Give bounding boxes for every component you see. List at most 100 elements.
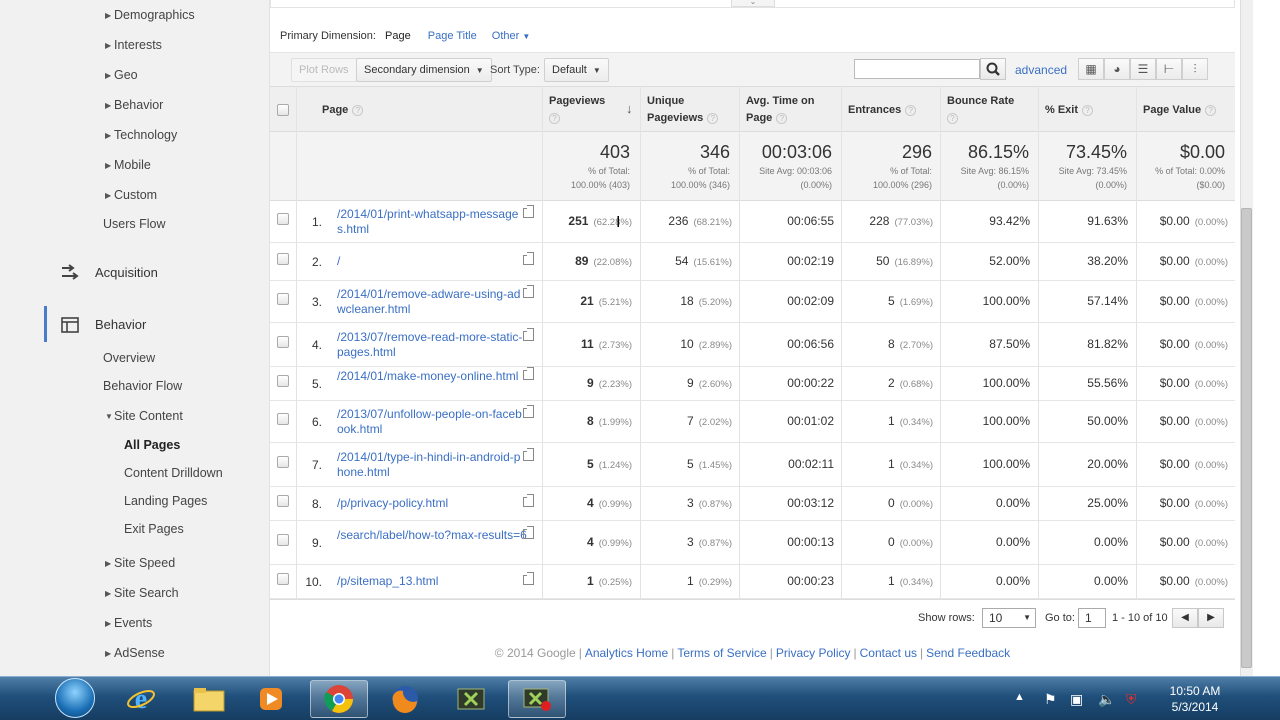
header-unique-pageviews[interactable]: Unique Pageviews? <box>647 87 719 133</box>
row-checkbox[interactable] <box>277 495 289 507</box>
select-all-checkbox[interactable] <box>277 104 289 116</box>
header-entrances[interactable]: Entrances? <box>848 87 917 133</box>
nav-exit-pages[interactable]: Exit Pages <box>124 522 184 536</box>
firefox-icon[interactable] <box>376 680 434 718</box>
help-icon[interactable]: ? <box>905 104 917 116</box>
nav-geo[interactable]: ▶ Geo <box>105 68 138 82</box>
secondary-dimension-dropdown[interactable]: Secondary dimension ▼ <box>356 58 492 82</box>
advanced-filter-link[interactable]: advanced <box>1015 63 1067 77</box>
go-to-input[interactable]: 1 <box>1078 608 1106 628</box>
help-icon[interactable]: ? <box>707 112 719 124</box>
header-avg-time[interactable]: Avg. Time on Page? <box>746 87 814 133</box>
sort-type-dropdown[interactable]: Default ▼ <box>544 58 609 82</box>
open-external-icon[interactable] <box>523 328 534 341</box>
page-link[interactable]: /2014/01/make-money-online.html <box>337 369 527 384</box>
grid-view-icon[interactable]: ▦ <box>1078 58 1104 80</box>
nav-technology[interactable]: ▶ Technology <box>105 128 177 142</box>
header-bounce-rate[interactable]: Bounce Rate? <box>947 87 1014 133</box>
nav-users-flow[interactable]: Users Flow <box>103 217 166 231</box>
dimension-page-title[interactable]: Page Title <box>428 30 477 42</box>
page-link[interactable]: /p/sitemap_13.html <box>337 574 527 589</box>
pie-view-icon[interactable]: ◕ <box>1104 58 1130 80</box>
row-checkbox[interactable] <box>277 213 289 225</box>
footer-link-privacy[interactable]: Privacy Policy <box>776 646 851 660</box>
nav-overview[interactable]: Overview <box>103 351 155 365</box>
volume-icon[interactable]: 🔈 <box>1098 691 1115 708</box>
page-link[interactable]: /2014/01/remove-adware-using-adwcleaner.… <box>337 287 527 317</box>
header-page-value[interactable]: Page Value? <box>1143 87 1217 133</box>
page-link[interactable]: /2013/07/remove-read-more-static-pages.h… <box>337 330 527 360</box>
show-rows-select[interactable]: 10 ▼ <box>982 608 1036 628</box>
open-external-icon[interactable] <box>523 367 534 380</box>
row-checkbox[interactable] <box>277 534 289 546</box>
open-external-icon[interactable] <box>523 448 534 461</box>
nav-mobile[interactable]: ▶ Mobile <box>105 158 151 172</box>
help-icon[interactable]: ? <box>352 104 364 116</box>
camtasia-icon[interactable] <box>442 680 500 718</box>
start-orb-icon[interactable] <box>55 678 95 718</box>
search-button[interactable] <box>980 58 1006 80</box>
row-checkbox[interactable] <box>277 413 289 425</box>
row-checkbox[interactable] <box>277 336 289 348</box>
row-checkbox[interactable] <box>277 253 289 265</box>
page-link[interactable]: /2013/07/unfollow-people-on-facebook.htm… <box>337 407 527 437</box>
help-icon[interactable]: ? <box>1082 104 1094 116</box>
open-external-icon[interactable] <box>523 285 534 298</box>
open-external-icon[interactable] <box>523 572 534 585</box>
footer-link-feedback[interactable]: Send Feedback <box>926 646 1010 660</box>
page-link[interactable]: /2014/01/print-whatsapp-messages.html <box>337 207 527 237</box>
footer-link-analytics-home[interactable]: Analytics Home <box>585 646 668 660</box>
nav-interests[interactable]: ▶ Interests <box>105 38 162 52</box>
footer-link-terms[interactable]: Terms of Service <box>677 646 766 660</box>
previous-page-button[interactable]: ◀ <box>1172 608 1198 628</box>
help-icon[interactable]: ? <box>947 112 958 124</box>
footer-link-contact[interactable]: Contact us <box>860 646 917 660</box>
next-page-button[interactable]: ▶ <box>1198 608 1224 628</box>
scrollbar-thumb[interactable] <box>1241 208 1252 668</box>
page-link[interactable]: /2014/01/type-in-hindi-in-android-phone.… <box>337 450 527 480</box>
open-external-icon[interactable] <box>523 405 534 418</box>
nav-site-content[interactable]: ▼Site Content <box>105 409 183 423</box>
action-center-flag-icon[interactable]: ⚑ <box>1044 691 1057 708</box>
nav-acquisition[interactable]: Acquisition <box>95 265 158 280</box>
page-link[interactable]: / <box>337 254 527 269</box>
nav-site-search[interactable]: ▶ Site Search <box>105 586 179 600</box>
nav-behavior[interactable]: Behavior <box>95 317 146 332</box>
camtasia-recorder-icon[interactable] <box>508 680 566 718</box>
nav-site-speed[interactable]: ▶ Site Speed <box>105 556 175 570</box>
network-icon[interactable]: ▣ <box>1070 691 1083 708</box>
show-hidden-icons-icon[interactable]: ▲ <box>1014 691 1025 703</box>
open-external-icon[interactable] <box>523 494 534 507</box>
help-icon[interactable]: ? <box>549 112 560 124</box>
page-link[interactable]: /search/label/how-to?max-results=6 <box>337 528 527 543</box>
comparison-view-icon[interactable]: ⊢ <box>1156 58 1182 80</box>
header-exit[interactable]: % Exit? <box>1045 87 1094 133</box>
nav-custom[interactable]: ▶ Custom <box>105 188 157 202</box>
header-pageviews[interactable]: Pageviews? <box>549 87 605 133</box>
file-explorer-icon[interactable] <box>180 680 238 718</box>
nav-content-drilldown[interactable]: Content Drilldown <box>124 466 223 480</box>
open-external-icon[interactable] <box>523 252 534 265</box>
security-shield-icon[interactable]: ⛨ <box>1126 691 1137 708</box>
nav-all-pages[interactable]: All Pages <box>124 438 180 452</box>
internet-explorer-icon[interactable]: e <box>112 680 170 718</box>
page-link[interactable]: /p/privacy-policy.html <box>337 496 527 511</box>
pivot-view-icon[interactable]: ⫶ <box>1182 58 1208 80</box>
open-external-icon[interactable] <box>523 205 534 218</box>
row-checkbox[interactable] <box>277 573 289 585</box>
media-player-icon[interactable] <box>242 680 300 718</box>
row-checkbox[interactable] <box>277 456 289 468</box>
nav-landing-pages[interactable]: Landing Pages <box>124 494 207 508</box>
row-checkbox[interactable] <box>277 375 289 387</box>
table-search-input[interactable] <box>854 59 980 79</box>
chart-collapse-handle[interactable]: ⌄ <box>731 0 775 7</box>
row-checkbox[interactable] <box>277 293 289 305</box>
help-icon[interactable]: ? <box>1205 104 1217 116</box>
help-icon[interactable]: ? <box>776 112 788 124</box>
dimension-other[interactable]: Other ▼ <box>492 30 531 42</box>
chrome-icon[interactable] <box>310 680 368 718</box>
nav-behavior-audience[interactable]: ▶ Behavior <box>105 98 163 112</box>
nav-events[interactable]: ▶ Events <box>105 616 152 630</box>
nav-behavior-flow[interactable]: Behavior Flow <box>103 379 182 393</box>
nav-adsense[interactable]: ▶ AdSense <box>105 646 165 660</box>
